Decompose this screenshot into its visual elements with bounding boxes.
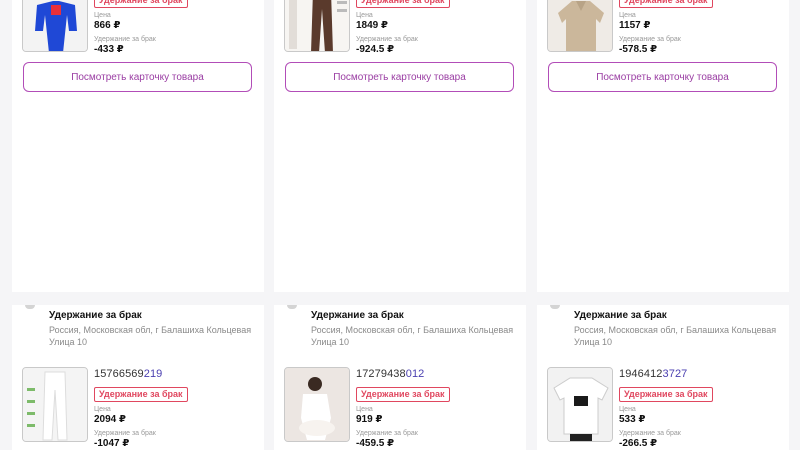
hold-label: Удержание за брак: [619, 36, 681, 43]
defect-badge: Удержание за брак: [356, 387, 450, 402]
price-value: 533 ₽: [619, 414, 646, 425]
hold-label: Удержание за брак: [94, 36, 156, 43]
product-card: Удержание за брак Цена 1157 ₽ Удержание …: [537, 0, 789, 292]
price-value: 866 ₽: [94, 20, 121, 31]
status-dot: [287, 305, 297, 309]
price-label: Цена: [356, 406, 373, 413]
card-title: Удержание за брак: [49, 310, 142, 321]
price-value: 1849 ₽: [356, 20, 388, 31]
status-dot: [25, 305, 35, 309]
price-value: 1157 ₽: [619, 20, 651, 31]
product-id[interactable]: 15766569219: [94, 368, 256, 382]
product-image[interactable]: [547, 367, 613, 442]
address: Россия, Московская обл, г Балашиха Кольц…: [49, 325, 252, 347]
product-image[interactable]: [284, 367, 350, 442]
defect-badge: Удержание за брак: [619, 0, 713, 8]
defect-card: Удержание за брак Россия, Московская обл…: [537, 305, 789, 450]
hold-label: Удержание за брак: [356, 430, 418, 437]
product-id-suffix: 012: [405, 368, 425, 380]
product-id[interactable]: 17279438012: [356, 368, 518, 382]
view-product-card-button[interactable]: Посмотреть карточку товара: [23, 62, 252, 92]
hold-value: -1047 ₽: [94, 438, 130, 449]
price-label: Цена: [619, 406, 636, 413]
hold-value: -459.5 ₽: [356, 438, 395, 449]
price-label: Цена: [94, 12, 111, 19]
view-product-card-button[interactable]: Посмотреть карточку товара: [285, 62, 514, 92]
address: Россия, Московская обл, г Балашиха Кольц…: [574, 325, 777, 347]
product-image[interactable]: [284, 0, 350, 52]
address: Россия, Московская обл, г Балашиха Кольц…: [311, 325, 514, 347]
price-label: Цена: [619, 12, 636, 19]
product-image[interactable]: [22, 0, 88, 52]
price-label: Цена: [356, 12, 373, 19]
price-value: 919 ₽: [356, 414, 383, 425]
hold-value: -433 ₽: [94, 44, 124, 55]
hold-value: -924.5 ₽: [356, 44, 395, 55]
product-id-prefix: 17279438: [356, 368, 406, 380]
price-value: 2094 ₽: [94, 414, 126, 425]
card-title: Удержание за брак: [574, 310, 667, 321]
product-id[interactable]: 19464123727: [619, 368, 781, 382]
defect-badge: Удержание за брак: [619, 387, 713, 402]
hold-label: Удержание за брак: [94, 430, 156, 437]
product-card: Удержание за брак Цена 866 ₽ Удержание з…: [12, 0, 264, 292]
defect-badge: Удержание за брак: [94, 387, 188, 402]
defect-card: Удержание за брак Россия, Московская обл…: [12, 305, 264, 450]
hold-label: Удержание за брак: [356, 36, 418, 43]
product-card: Удержание за брак Цена 1849 ₽ Удержание …: [274, 0, 526, 292]
product-id-suffix: 3727: [662, 368, 688, 380]
product-id-prefix: 1946412: [619, 368, 663, 380]
status-dot: [550, 305, 560, 309]
hold-label: Удержание за брак: [619, 430, 681, 437]
defect-badge: Удержание за брак: [356, 0, 450, 8]
price-label: Цена: [94, 406, 111, 413]
defect-badge: Удержание за брак: [94, 0, 188, 8]
view-product-card-button[interactable]: Посмотреть карточку товара: [548, 62, 777, 92]
product-id-suffix: 219: [143, 368, 163, 380]
defect-card: Удержание за брак Россия, Московская обл…: [274, 305, 526, 450]
hold-value: -578.5 ₽: [619, 44, 658, 55]
product-image[interactable]: [547, 0, 613, 52]
product-image[interactable]: [22, 367, 88, 442]
product-id-prefix: 15766569: [94, 368, 144, 380]
hold-value: -266.5 ₽: [619, 438, 658, 449]
card-title: Удержание за брак: [311, 310, 404, 321]
